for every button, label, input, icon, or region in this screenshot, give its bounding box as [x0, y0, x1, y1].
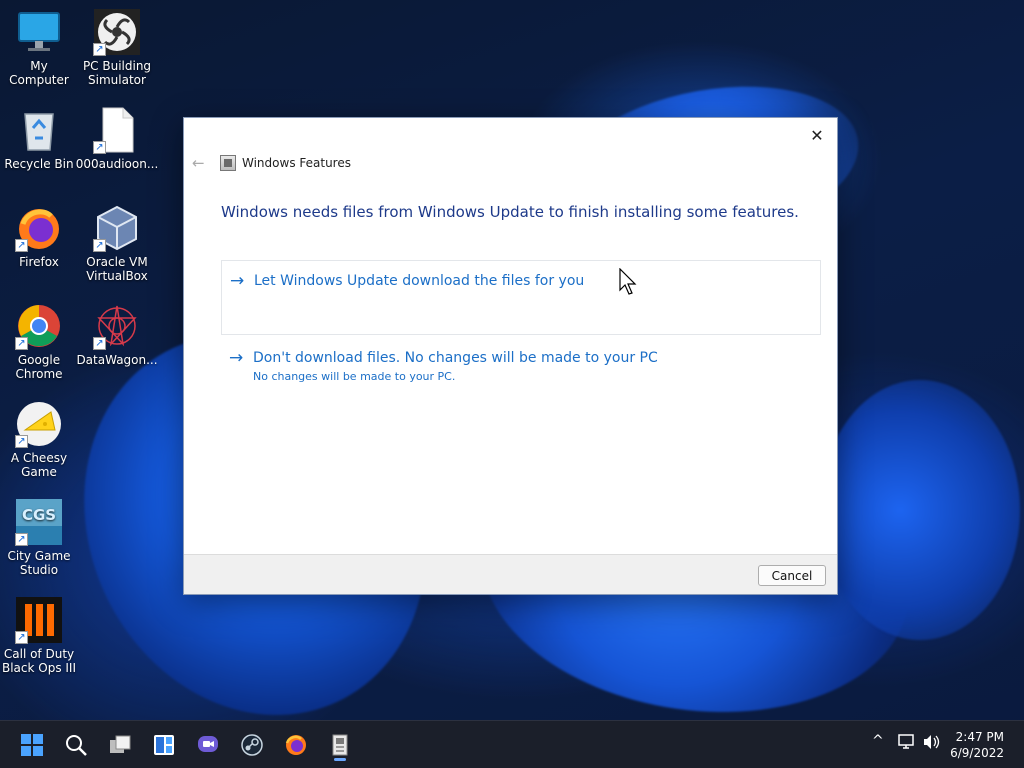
- virtualbox-icon: ↗: [93, 204, 141, 252]
- dialog-footer: Cancel: [184, 554, 837, 594]
- steam-button[interactable]: [235, 729, 269, 761]
- fan-icon: ↗: [93, 8, 141, 56]
- shortcut-arrow-icon: ↗: [93, 337, 106, 350]
- file-icon: ↗: [93, 106, 141, 154]
- desktop-icon-label: Recycle Bin: [4, 157, 74, 171]
- firefox-taskbar-button[interactable]: [279, 729, 313, 761]
- windows-features-icon: [332, 734, 348, 756]
- chat-icon: [198, 736, 218, 752]
- network-icon[interactable]: [898, 733, 916, 751]
- close-button[interactable]: ✕: [803, 122, 831, 148]
- option-dont-download-files[interactable]: → Don't download files. No changes will …: [221, 338, 821, 393]
- widgets-button[interactable]: [147, 729, 181, 761]
- desktop-icon-call-of-duty-black-ops-iii[interactable]: ↗ Call of Duty Black Ops III: [0, 596, 78, 675]
- cgs-icon: CGS ↗: [15, 498, 63, 546]
- desktop-icon-label: Firefox: [19, 255, 59, 269]
- desktop-icon-recycle-bin[interactable]: Recycle Bin: [0, 106, 78, 171]
- shortcut-arrow-icon: ↗: [15, 239, 28, 252]
- svg-text:CGS: CGS: [22, 506, 56, 524]
- desktop-icon-pc-building-simulator[interactable]: ↗ PC Building Simulator: [78, 8, 156, 87]
- search-button[interactable]: [59, 729, 93, 761]
- desktop-icon-000audioon[interactable]: ↗ 000audioon...: [75, 106, 159, 171]
- desktop-icon-firefox[interactable]: ↗ Firefox: [0, 204, 78, 269]
- desktop-icon-my-computer[interactable]: My Computer: [0, 8, 78, 87]
- datawagon-icon: ↗: [93, 302, 141, 350]
- chrome-icon: ↗: [15, 302, 63, 350]
- chat-button[interactable]: [191, 729, 225, 761]
- dialog-heading: Windows needs files from Windows Update …: [221, 203, 799, 221]
- volume-icon[interactable]: [922, 733, 940, 751]
- desktop-icon-label: My Computer: [9, 59, 69, 87]
- firefox-icon: [285, 735, 306, 755]
- desktop-icon-google-chrome[interactable]: ↗ Google Chrome: [0, 302, 78, 381]
- option-sub-text: No changes will be made to your PC.: [253, 370, 456, 383]
- desktop-icon-label: PC Building Simulator: [82, 59, 152, 87]
- start-icon: [21, 734, 43, 756]
- cancel-button[interactable]: Cancel: [758, 565, 826, 586]
- taskbar-clock[interactable]: 2:47 PM 6/9/2022: [950, 729, 1004, 761]
- clock-date: 6/9/2022: [950, 746, 1004, 760]
- desktop-icon-label: A Cheesy Game: [10, 451, 68, 479]
- windows-features-taskbar-button[interactable]: [323, 729, 357, 761]
- dialog-title-row: ← Windows Features: [192, 154, 351, 172]
- desktop-icon-oracle-vm-virtualbox[interactable]: ↗ Oracle VM VirtualBox: [78, 204, 156, 283]
- mouse-cursor-icon: [619, 268, 637, 295]
- task-view-button[interactable]: [103, 729, 137, 761]
- option-main-text: Don't download files. No changes will be…: [253, 350, 658, 366]
- desktop-icon-a-cheesy-game[interactable]: ↗ A Cheesy Game: [0, 400, 78, 479]
- arrow-right-icon: →: [229, 348, 244, 368]
- desktop-icon-label: Google Chrome: [15, 353, 63, 381]
- task-view-icon: [110, 735, 131, 753]
- shortcut-arrow-icon: ↗: [15, 337, 28, 350]
- back-arrow-icon[interactable]: ←: [192, 154, 208, 172]
- option-let-windows-update-download[interactable]: → Let Windows Update download the files …: [221, 260, 821, 335]
- shortcut-arrow-icon: ↗: [15, 533, 28, 546]
- recycle-bin-icon: [15, 106, 63, 154]
- windows-features-icon: [220, 155, 236, 171]
- steam-icon: [241, 734, 263, 756]
- close-icon: ✕: [810, 125, 824, 145]
- widgets-icon: [154, 735, 174, 755]
- tray-chevron-icon[interactable]: ^: [872, 733, 884, 749]
- desktop-icon-city-game-studio[interactable]: CGS ↗ City Game Studio: [0, 498, 78, 577]
- desktop-icon-label: Oracle VM VirtualBox: [86, 255, 148, 283]
- shortcut-arrow-icon: ↗: [15, 631, 28, 644]
- monitor-icon: [15, 8, 63, 56]
- dialog-title: Windows Features: [242, 156, 351, 170]
- search-icon: [66, 735, 87, 756]
- desktop-icon-label: City Game Studio: [7, 549, 71, 577]
- shortcut-arrow-icon: ↗: [15, 435, 28, 448]
- arrow-right-icon: →: [230, 271, 245, 291]
- desktop-icon-datawagon[interactable]: ↗ DataWagon...: [76, 302, 158, 367]
- shortcut-arrow-icon: ↗: [93, 239, 106, 252]
- desktop-icon-label: Call of Duty Black Ops III: [1, 647, 77, 675]
- desktop-icon-label: DataWagon...: [76, 353, 158, 367]
- shortcut-arrow-icon: ↗: [93, 141, 106, 154]
- taskbar: ^ 2:47 PM 6/9/2022: [0, 720, 1024, 768]
- black-ops-icon: ↗: [15, 596, 63, 644]
- shortcut-arrow-icon: ↗: [93, 43, 106, 56]
- desktop-icon-label: 000audioon...: [75, 157, 159, 171]
- wallpaper-petal: [820, 380, 1020, 640]
- clock-time: 2:47 PM: [955, 730, 1004, 744]
- cheese-icon: ↗: [15, 400, 63, 448]
- option-main-text: Let Windows Update download the files fo…: [254, 273, 585, 289]
- windows-features-dialog: ✕ ← Windows Features Windows needs files…: [183, 117, 838, 595]
- start-button[interactable]: [15, 729, 49, 761]
- firefox-icon: ↗: [15, 204, 63, 252]
